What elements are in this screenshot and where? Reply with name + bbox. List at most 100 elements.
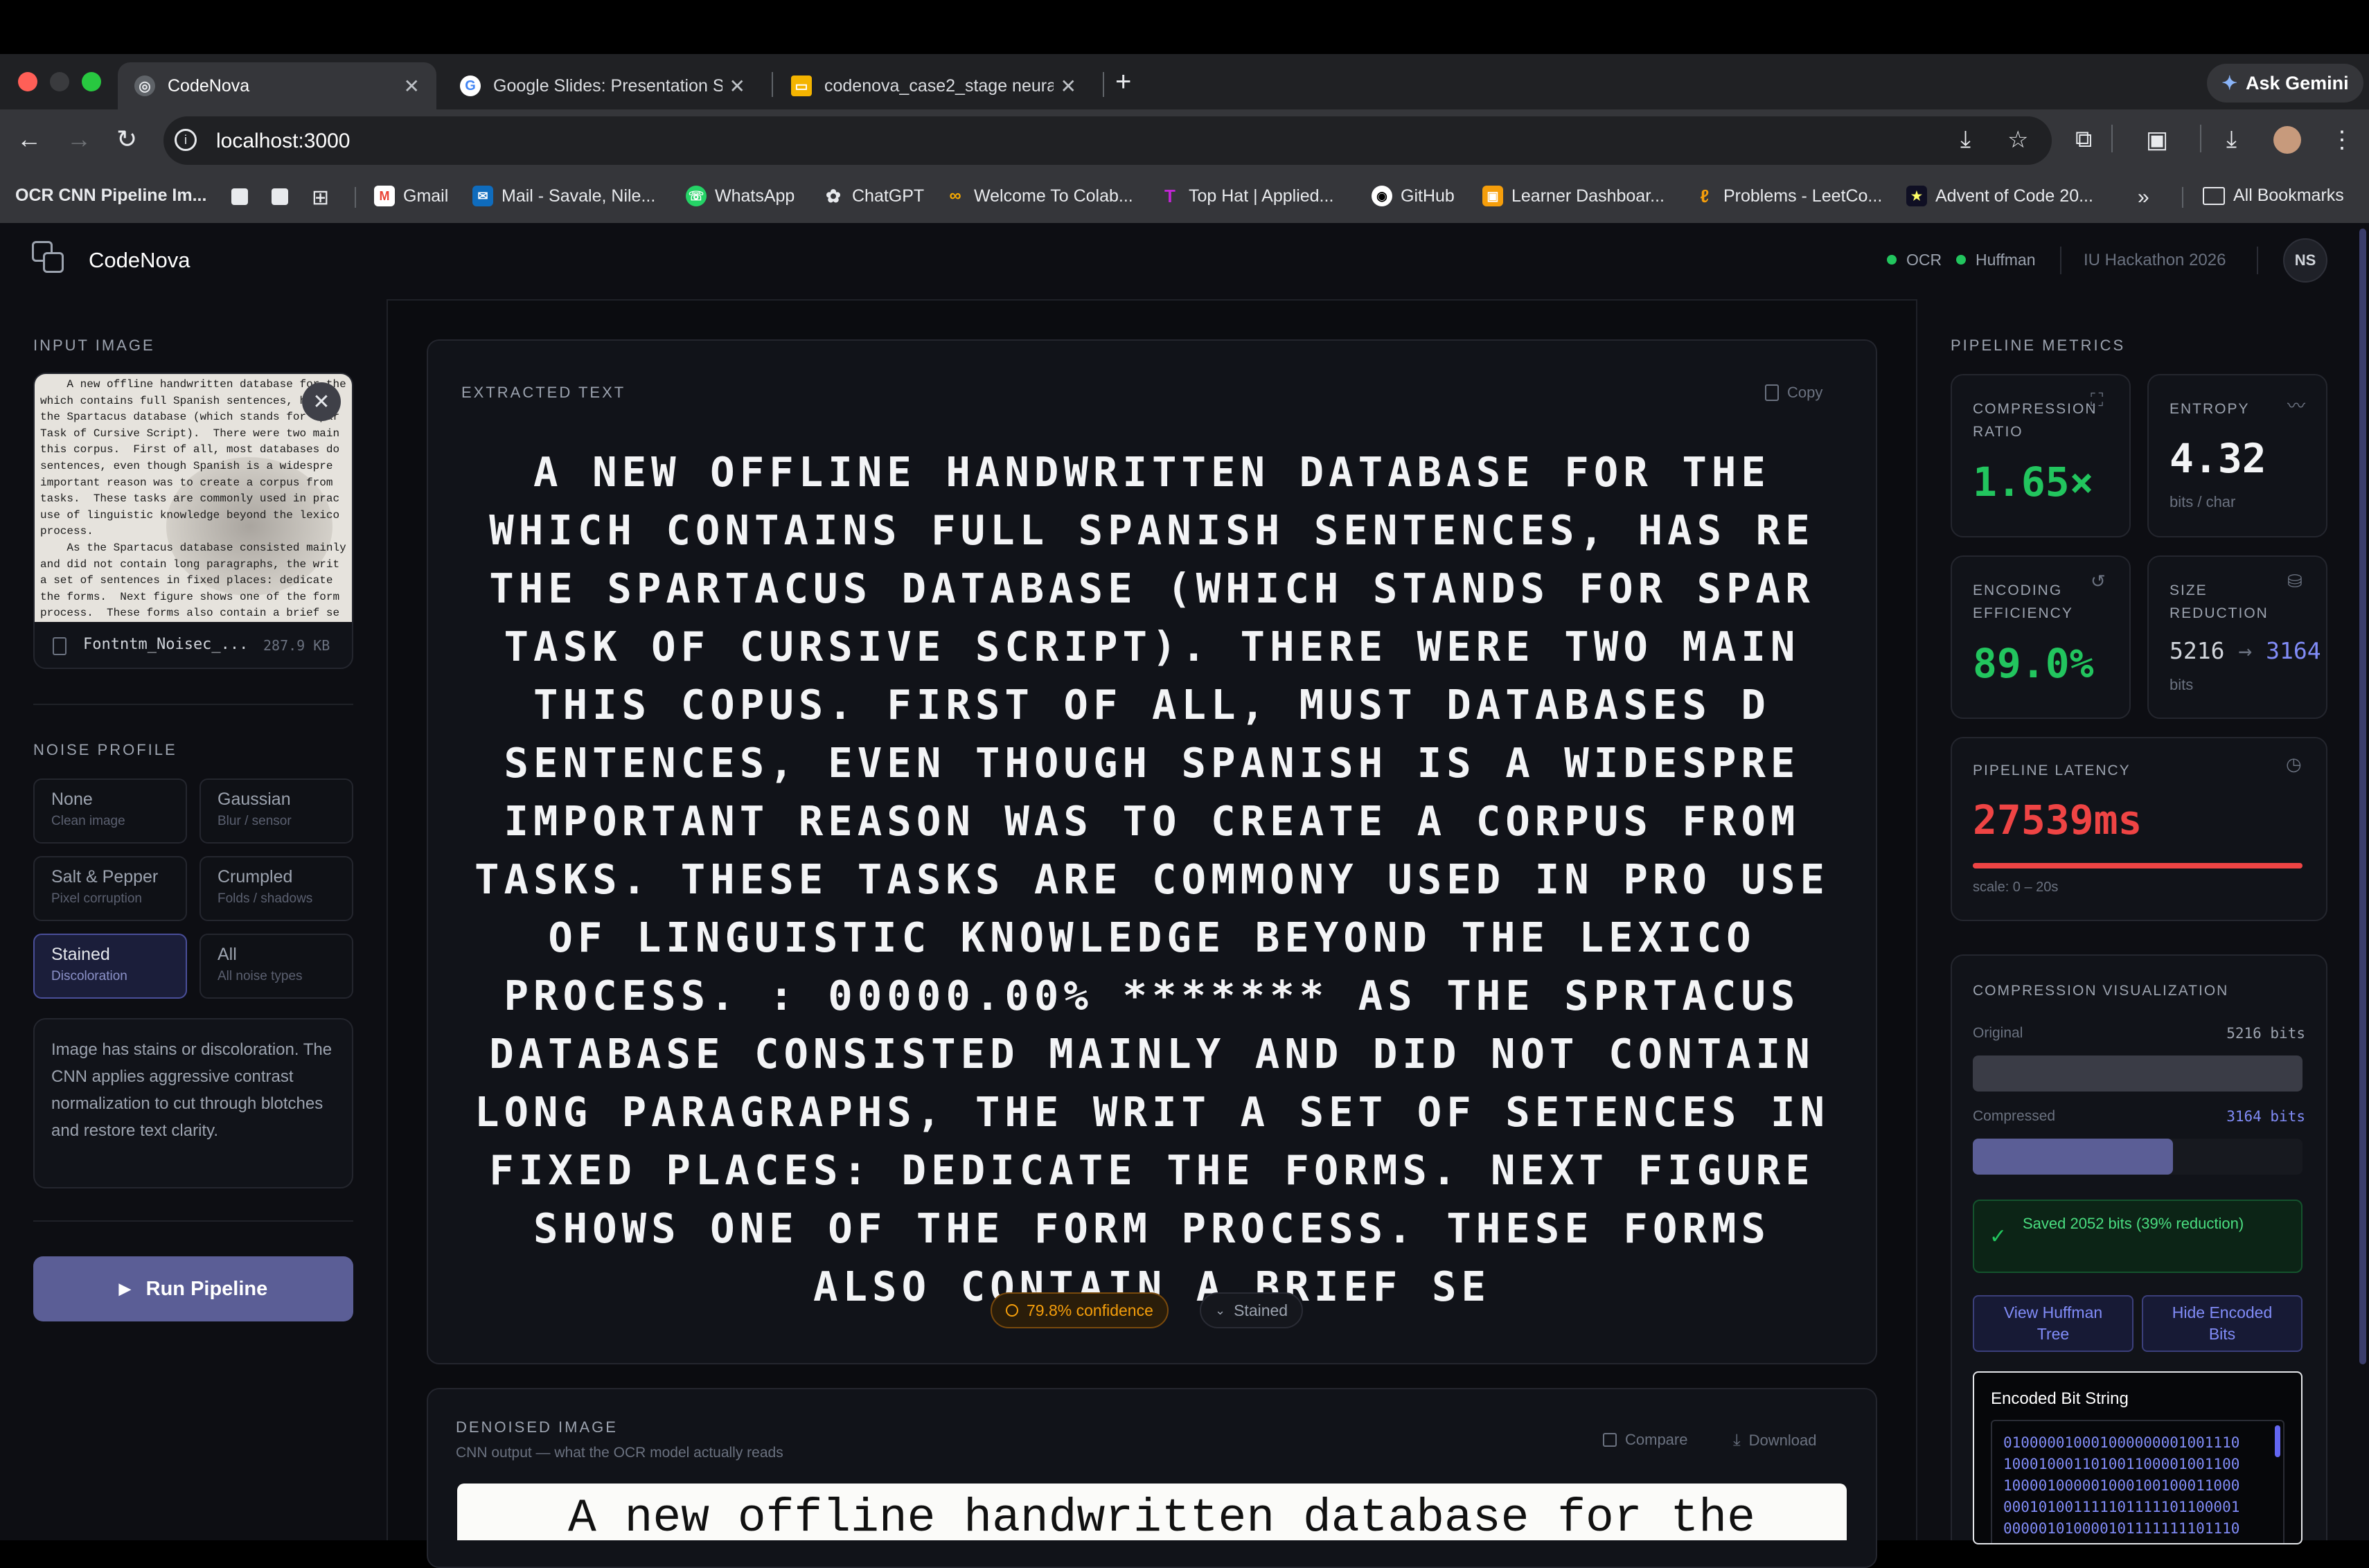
size-from: 5216 <box>2170 637 2225 664</box>
denoised-label: DENOISED IMAGE <box>456 1418 618 1436</box>
apps-grid-icon[interactable]: ⊞ <box>312 186 329 210</box>
denoised-preview-text: A new offline handwritten database for t… <box>568 1492 1755 1540</box>
bookmark-colab[interactable]: ∞ Welcome To Colab... <box>945 186 1133 206</box>
bookmark-label: Welcome To Colab... <box>974 186 1133 206</box>
star-icon: ★ <box>1906 186 1927 206</box>
arrow-right-icon: → <box>2238 637 2253 664</box>
bookmark-star-icon[interactable]: ☆ <box>2007 126 2028 154</box>
compressed-label: Compressed <box>1973 1108 2056 1124</box>
option-name: Crumpled <box>218 867 293 887</box>
close-window-button[interactable] <box>18 72 37 91</box>
bookmark-chatgpt[interactable]: ✿ ChatGPT <box>823 186 924 206</box>
bookmark-divider <box>355 187 356 208</box>
run-pipeline-button[interactable]: ▶ Run Pipeline <box>33 1256 353 1321</box>
remove-image-icon[interactable]: ✕ <box>302 382 341 421</box>
option-sub: Folds / shadows <box>218 891 313 906</box>
metric-label: PIPELINE LATENCY <box>1973 763 2131 778</box>
all-bookmarks[interactable]: All Bookmarks <box>2203 186 2344 206</box>
bookmarks-overflow-icon[interactable]: » <box>2138 186 2149 209</box>
download-button[interactable]: ⤓ Download <box>1733 1431 1816 1450</box>
divider <box>33 704 353 705</box>
tab-codenova[interactable]: ◎ CodeNova ✕ <box>118 62 436 109</box>
copy-label: Copy <box>1787 384 1823 401</box>
noise-option-none[interactable]: None Clean image <box>33 778 187 844</box>
bit-line: 010000010001000000001001110 <box>2003 1434 2240 1451</box>
noise-option-stained[interactable]: Stained Discoloration <box>33 934 187 999</box>
option-sub: Clean image <box>51 814 125 828</box>
tab-divider <box>772 72 773 97</box>
noise-option-crumpled[interactable]: Crumpled Folds / shadows <box>199 856 353 921</box>
tab-codenova-case2[interactable]: ▭ codenova_case2_stage neura ✕ <box>774 62 1093 109</box>
bookmark-square-icon[interactable] <box>231 188 248 205</box>
bookmark-whatsapp[interactable]: ☏ WhatsApp <box>686 186 795 206</box>
pipeline-latency-card: PIPELINE LATENCY ◷ 27539ms scale: 0 – 20… <box>1951 737 2327 921</box>
bookmark-tophat[interactable]: T Top Hat | Applied... <box>1160 186 1333 206</box>
cast-icon[interactable]: ▣ <box>2146 126 2168 154</box>
new-tab-button[interactable]: + <box>1115 66 1131 98</box>
copy-button[interactable]: Copy <box>1765 384 1822 402</box>
input-image-card[interactable]: A new offline handwritten database for t… <box>33 373 353 669</box>
site-info-icon[interactable]: i <box>175 129 197 151</box>
maximize-window-button[interactable] <box>82 72 101 91</box>
forward-icon[interactable]: → <box>66 125 91 154</box>
compressed-track <box>1973 1139 2303 1175</box>
ask-gemini-button[interactable]: ✦ Ask Gemini <box>2207 64 2363 103</box>
menu-dots-icon[interactable]: ⋮ <box>2330 126 2354 154</box>
size-unit: bits <box>2170 676 2194 693</box>
bookmark-gmail[interactable]: M Gmail <box>374 186 448 206</box>
extensions-icon[interactable]: ⧉ <box>2075 126 2092 153</box>
hide-encoded-bits-button[interactable]: Hide Encoded Bits <box>2142 1295 2303 1352</box>
size-reduction-values: 5216 → 3164 <box>2170 637 2321 664</box>
encoded-bits-box[interactable]: 010000010001000000001001110 100010001101… <box>1991 1420 2284 1543</box>
bookmark-learner[interactable]: ▣ Learner Dashboar... <box>1482 186 1665 206</box>
confidence-badge: 79.8% confidence <box>991 1292 1169 1328</box>
close-tab-icon[interactable]: ✕ <box>729 75 745 98</box>
huffman-status-dot <box>1956 255 1966 265</box>
minimize-window-button[interactable] <box>50 72 69 91</box>
bookmark-label: Learner Dashboar... <box>1511 186 1665 206</box>
compare-button[interactable]: Compare <box>1603 1431 1687 1449</box>
bit-line: 100010001101001100001001100 <box>2003 1456 2240 1472</box>
clock-icon: ◷ <box>2286 754 2302 774</box>
latency-scale: scale: 0 – 20s <box>1973 880 2059 895</box>
back-icon[interactable]: ← <box>17 125 42 154</box>
bookmark-advent[interactable]: ★ Advent of Code 20... <box>1906 186 2093 206</box>
activity-icon: 〰 <box>2287 395 2306 416</box>
address-bar[interactable] <box>163 116 2052 165</box>
bookmark-leetcode[interactable]: ℓ Problems - LeetCo... <box>1694 186 1883 206</box>
bookmark-label: ChatGPT <box>852 186 925 206</box>
downloads-icon[interactable]: ⤓ <box>2226 126 2237 153</box>
bookmark-ocr-cnn[interactable]: OCR CNN Pipeline Im... <box>15 186 206 206</box>
bit-line: 000001010000101111111101110 <box>2003 1520 2240 1537</box>
close-tab-icon[interactable]: ✕ <box>1061 75 1076 98</box>
encoding-efficiency-card: ENCODING EFFICIENCY ↺ 89.0% <box>1951 555 2131 719</box>
reload-icon[interactable]: ↻ <box>116 125 137 154</box>
latency-value: 27539ms <box>1973 796 2142 844</box>
page-scrollbar-thumb[interactable] <box>2359 229 2366 1364</box>
close-tab-icon[interactable]: ✕ <box>404 75 420 98</box>
header-divider <box>2060 247 2061 274</box>
bookmark-square-icon[interactable] <box>272 188 288 205</box>
bookmark-mail[interactable]: ✉ Mail - Savale, Nile... <box>472 186 655 206</box>
profile-avatar[interactable] <box>2273 126 2301 154</box>
view-huffman-tree-button[interactable]: View Huffman Tree <box>1973 1295 2133 1352</box>
option-name: All <box>218 945 237 964</box>
bookmark-github[interactable]: ◉ GitHub <box>1372 186 1455 206</box>
install-app-icon[interactable]: ⤓ <box>1960 126 1971 153</box>
compression-value: 1.65× <box>1973 458 2094 506</box>
check-icon: ✓ <box>1989 1225 2007 1248</box>
encoded-bits-label: Encoded Bit String <box>1991 1389 2129 1408</box>
download-label: Download <box>1748 1432 1817 1449</box>
encoded-scrollbar[interactable] <box>2275 1425 2280 1457</box>
user-avatar[interactable]: NS <box>2283 238 2327 283</box>
tab-title: CodeNova <box>168 75 250 96</box>
noise-option-all[interactable]: All All noise types <box>199 934 353 999</box>
noise-option-salt-pepper[interactable]: Salt & Pepper Pixel corruption <box>33 856 187 921</box>
confidence-text: 79.8% confidence <box>1027 1301 1153 1319</box>
ask-gemini-label: Ask Gemini <box>2246 72 2349 93</box>
url-text[interactable]: localhost:3000 <box>216 130 350 153</box>
input-image-label: INPUT IMAGE <box>33 337 155 354</box>
tab-google-slides[interactable]: G Google Slides: Presentation S ✕ <box>443 62 762 109</box>
noise-option-gaussian[interactable]: Gaussian Blur / sensor <box>199 778 353 844</box>
denoised-image-preview: A new offline handwritten database for t… <box>457 1484 1847 1540</box>
